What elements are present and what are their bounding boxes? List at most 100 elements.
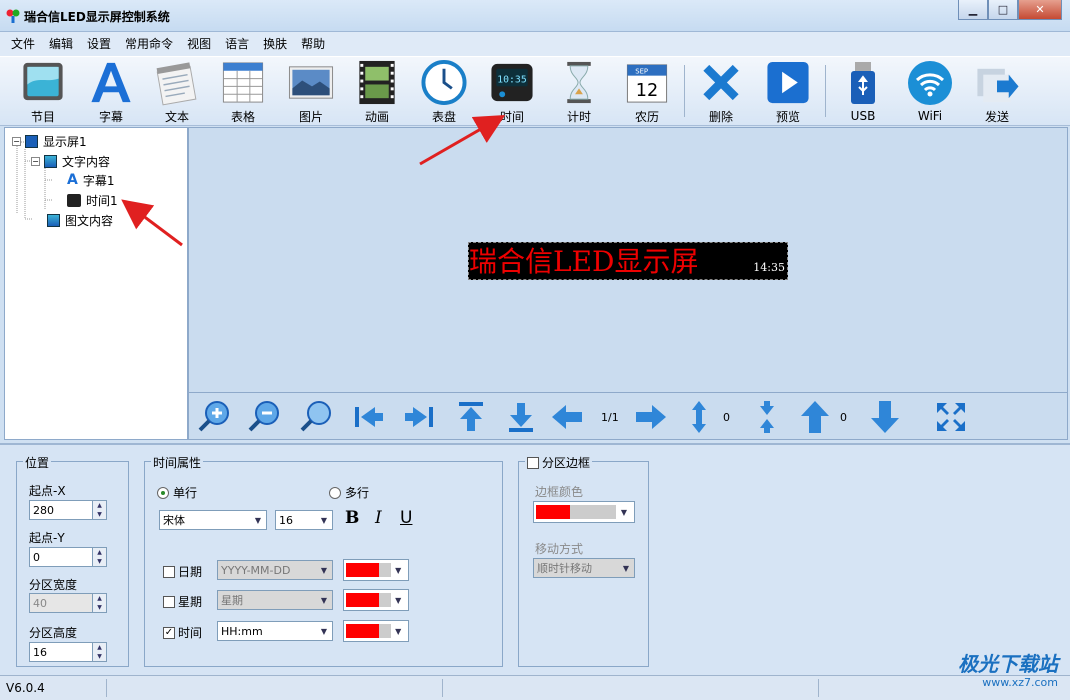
last-page-icon[interactable] bbox=[401, 399, 437, 435]
picture-button[interactable]: 图片 bbox=[280, 59, 342, 125]
spin-down-icon[interactable]: ▼ bbox=[93, 652, 106, 661]
time-format-select[interactable]: HH:mm ▼ bbox=[217, 621, 333, 641]
height-input[interactable] bbox=[30, 643, 92, 661]
checkbox-unchecked-icon[interactable] bbox=[527, 456, 539, 469]
subtitle-icon bbox=[91, 62, 131, 103]
single-line-radio[interactable]: 单行 bbox=[157, 484, 197, 501]
menu-common-commands[interactable]: 常用命令 bbox=[118, 33, 180, 55]
fullscreen-icon[interactable] bbox=[933, 399, 969, 435]
y-input[interactable] bbox=[30, 548, 92, 566]
wifi-button[interactable]: WiFi bbox=[899, 59, 961, 125]
program-button[interactable]: 节目 bbox=[12, 59, 74, 125]
week-color-picker[interactable]: ▼ bbox=[343, 589, 409, 611]
font-size-select[interactable]: 16 ▼ bbox=[275, 510, 333, 530]
menu-file[interactable]: 文件 bbox=[4, 33, 42, 55]
menu-skin[interactable]: 换肤 bbox=[256, 33, 294, 55]
color-swatch bbox=[346, 624, 379, 638]
menu-help[interactable]: 帮助 bbox=[294, 33, 332, 55]
collapse-toggle-icon[interactable]: − bbox=[12, 136, 21, 146]
vertical-shrink-icon[interactable] bbox=[749, 399, 785, 435]
zoom-out-icon[interactable] bbox=[247, 399, 283, 435]
time-checkbox[interactable]: ✓ 时间 bbox=[163, 624, 202, 641]
dial-button[interactable]: 表盘 bbox=[413, 59, 475, 125]
vertical-stretch-icon[interactable] bbox=[681, 399, 717, 435]
date-color-picker[interactable]: ▼ bbox=[343, 559, 409, 581]
spin-up-icon[interactable]: ▲ bbox=[93, 643, 106, 652]
preview-canvas[interactable]: 瑞合信LED显示屏 14:35 bbox=[188, 127, 1068, 393]
spin-up-icon[interactable]: ▲ bbox=[93, 501, 106, 510]
menu-view[interactable]: 视图 bbox=[180, 33, 218, 55]
time-button[interactable]: 10:35 时间 bbox=[481, 59, 543, 125]
status-divider bbox=[818, 679, 819, 697]
clock-icon: 10:35 bbox=[491, 63, 533, 102]
color-swatch bbox=[536, 505, 570, 519]
svg-text:12: 12 bbox=[636, 81, 658, 101]
chevron-down-icon: ▼ bbox=[395, 626, 402, 636]
move-bottom-icon[interactable] bbox=[503, 399, 539, 435]
height-label: 分区高度 bbox=[29, 626, 78, 640]
move-down-icon[interactable] bbox=[867, 399, 903, 435]
x-input[interactable] bbox=[30, 501, 92, 519]
week-checkbox[interactable]: 星期 bbox=[163, 593, 202, 610]
svg-text:10:35: 10:35 bbox=[497, 75, 527, 86]
minimize-button[interactable]: ▁ bbox=[958, 0, 988, 20]
previous-page-icon[interactable] bbox=[549, 399, 585, 435]
underline-button[interactable]: U bbox=[400, 508, 412, 528]
lunar-calendar-button[interactable]: SEP 12 农历 bbox=[616, 59, 678, 125]
tree-node-subtitle[interactable]: A 字幕1 bbox=[67, 171, 114, 189]
border-group-title[interactable]: 分区边框 bbox=[525, 454, 593, 471]
x-spinner[interactable]: ▲▼ bbox=[29, 500, 107, 520]
subtitle-button[interactable]: 字幕 bbox=[80, 59, 142, 125]
tree-node-time[interactable]: 时间1 bbox=[67, 191, 118, 209]
zoom-in-icon[interactable] bbox=[197, 399, 233, 435]
tree-node-image-text[interactable]: 图文内容 bbox=[47, 211, 113, 229]
status-divider bbox=[106, 679, 107, 697]
chevron-down-icon: ▼ bbox=[620, 507, 628, 517]
spin-up-icon: ▲ bbox=[97, 595, 102, 602]
tree-node-screen[interactable]: − 显示屏1 bbox=[12, 132, 87, 150]
week-format-select: 星期 ▼ bbox=[217, 590, 333, 610]
move-top-icon[interactable] bbox=[453, 399, 489, 435]
animation-icon bbox=[359, 60, 395, 105]
date-checkbox[interactable]: 日期 bbox=[163, 563, 202, 580]
height-spinner[interactable]: ▲▼ bbox=[29, 642, 107, 662]
collapse-toggle-icon[interactable]: − bbox=[31, 156, 40, 166]
table-button[interactable]: 表格 bbox=[212, 59, 274, 125]
preview-button[interactable]: 预览 bbox=[757, 59, 819, 125]
spin-down-icon[interactable]: ▼ bbox=[93, 557, 106, 566]
usb-button[interactable]: USB bbox=[832, 59, 894, 125]
spin-down-icon[interactable]: ▼ bbox=[93, 510, 106, 519]
zoom-fit-icon[interactable] bbox=[299, 399, 335, 435]
spin-up-icon[interactable]: ▲ bbox=[93, 548, 106, 557]
border-group: 分区边框 边框颜色 ▼ 移动方式 顺时针移动 ▼ bbox=[518, 454, 649, 667]
timer-button[interactable]: 计时 bbox=[548, 59, 610, 125]
font-select[interactable]: 宋体 ▼ bbox=[159, 510, 267, 530]
y-spinner[interactable]: ▲▼ bbox=[29, 547, 107, 567]
border-color-label: 边框颜色 bbox=[535, 485, 584, 499]
first-page-icon[interactable] bbox=[351, 399, 387, 435]
delete-button[interactable]: 删除 bbox=[690, 59, 752, 125]
text-button[interactable]: 文本 bbox=[146, 59, 208, 125]
time-properties-title: 时间属性 bbox=[151, 454, 204, 471]
close-button[interactable]: ✕ bbox=[1018, 0, 1062, 20]
move-up-icon[interactable] bbox=[797, 399, 833, 435]
status-bar: V6.0.4 bbox=[0, 675, 1070, 700]
led-preview-area[interactable]: 瑞合信LED显示屏 14:35 bbox=[468, 242, 788, 280]
menu-language[interactable]: 语言 bbox=[218, 33, 256, 55]
next-page-icon[interactable] bbox=[633, 399, 669, 435]
tree-node-text-area[interactable]: − 文字内容 bbox=[31, 152, 110, 170]
italic-button[interactable]: I bbox=[375, 508, 382, 528]
send-button[interactable]: 发送 bbox=[966, 59, 1028, 125]
multi-line-radio[interactable]: 多行 bbox=[329, 484, 369, 501]
maximize-button[interactable]: □ bbox=[988, 0, 1018, 20]
menu-edit[interactable]: 编辑 bbox=[42, 33, 80, 55]
width-input bbox=[30, 594, 92, 612]
time-color-picker[interactable]: ▼ bbox=[343, 620, 409, 642]
menu-settings[interactable]: 设置 bbox=[80, 33, 118, 55]
animation-button[interactable]: 动画 bbox=[346, 59, 408, 125]
radio-unselected-icon bbox=[329, 486, 341, 499]
border-color-picker: ▼ bbox=[533, 501, 635, 523]
width-spinner: ▲▼ bbox=[29, 593, 107, 613]
bold-button[interactable]: B bbox=[345, 508, 359, 528]
time-properties-group: 时间属性 单行 多行 宋体 ▼ 16 ▼ B I U 日期 YYYY-MM-DD ▼ … bbox=[144, 454, 503, 667]
